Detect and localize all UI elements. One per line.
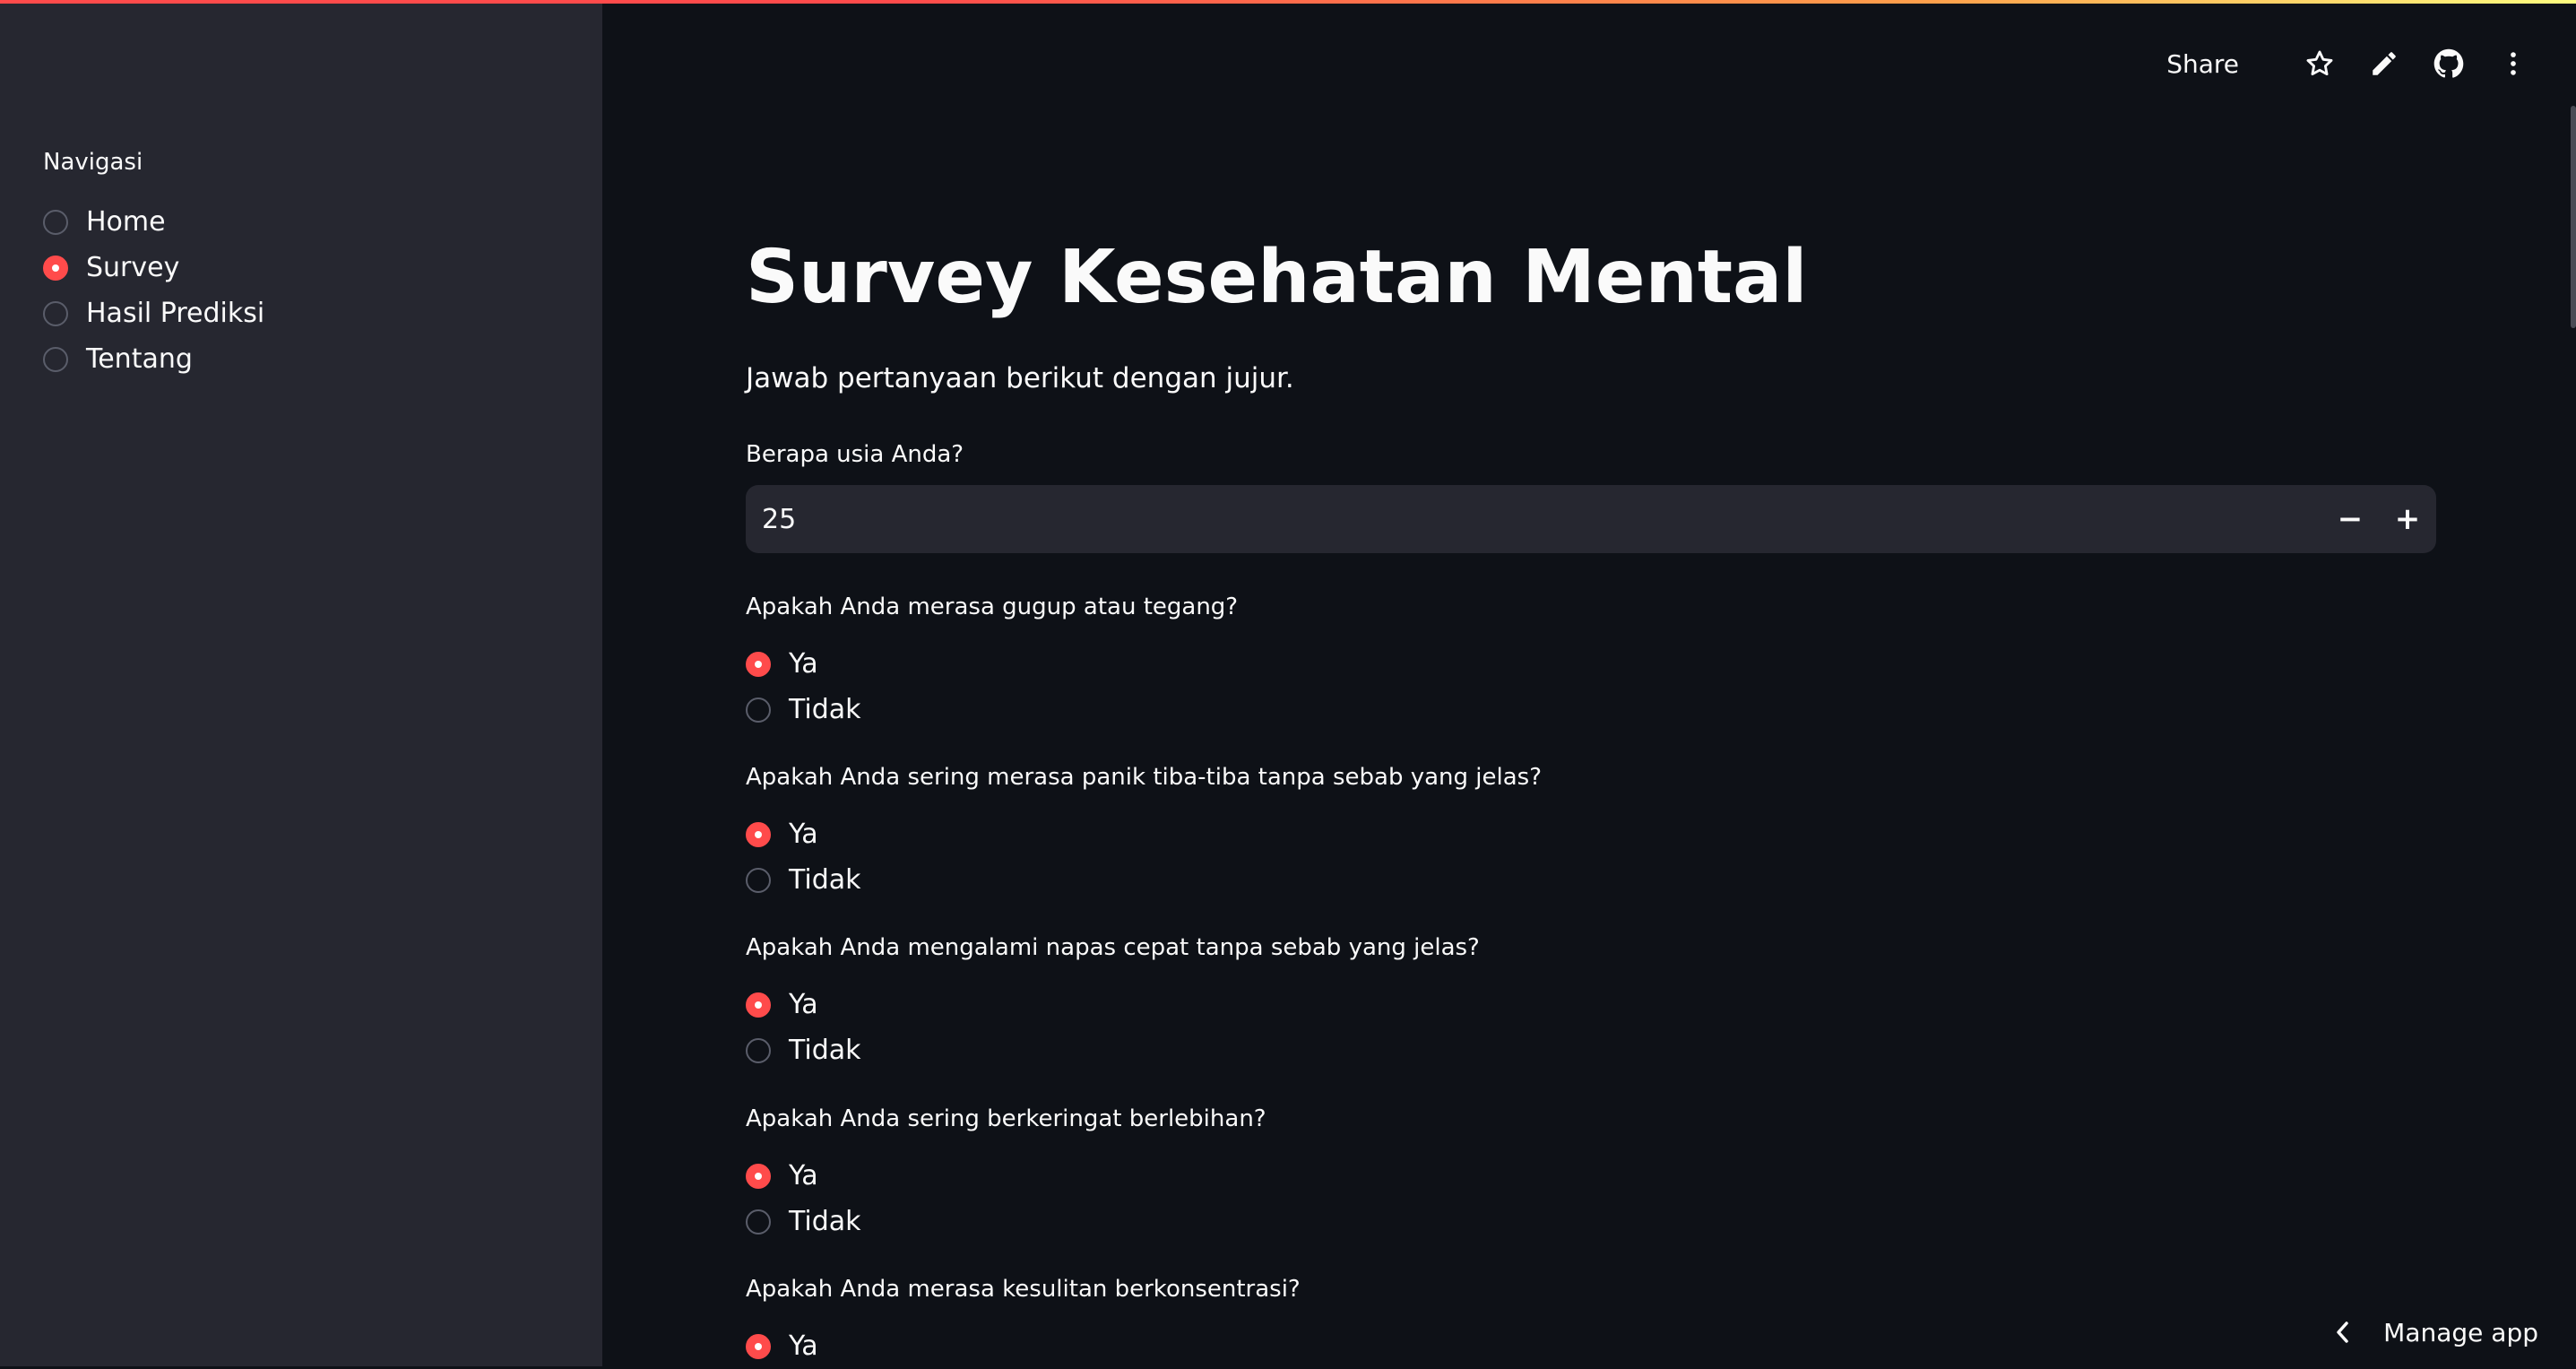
option-ya[interactable]: Ya [746, 982, 2436, 1027]
option-label: Ya [789, 989, 818, 1020]
radio-button[interactable] [746, 867, 771, 893]
radio-button[interactable] [746, 697, 771, 723]
sidebar-item-survey[interactable]: Survey [43, 245, 264, 290]
sidebar-item-label: Survey [86, 252, 180, 283]
question-nervous: Apakah Anda merasa gugup atau tegang? Ya… [746, 589, 2436, 732]
sidebar: Navigasi Home Survey Hasil Prediksi Tent… [0, 0, 602, 1366]
option-tidak[interactable]: Tidak [746, 857, 2436, 903]
option-label: Ya [789, 1160, 818, 1191]
question-radio-group: Ya Tidak [746, 982, 2436, 1073]
scrollbar[interactable] [2571, 106, 2576, 328]
radio-button-selected[interactable] [746, 1163, 771, 1189]
option-ya[interactable]: Ya [746, 641, 2436, 687]
option-label: Ya [789, 1330, 818, 1362]
option-label: Tidak [789, 1035, 861, 1066]
sidebar-nav-radio-group: Home Survey Hasil Prediksi Tentang [43, 199, 264, 382]
manage-app-button[interactable]: Manage app [2333, 1313, 2538, 1352]
sidebar-item-hasil-prediksi[interactable]: Hasil Prediksi [43, 290, 264, 336]
question-radio-group: Ya Tidak [746, 811, 2436, 903]
kebab-menu-icon[interactable] [2497, 48, 2529, 80]
sidebar-item-home[interactable]: Home [43, 199, 264, 245]
age-field[interactable] [746, 502, 2321, 536]
decrement-button[interactable]: − [2321, 485, 2379, 553]
option-label: Ya [789, 648, 818, 680]
sidebar-item-label: Hasil Prediksi [86, 298, 265, 329]
option-tidak[interactable]: Tidak [746, 1199, 2436, 1244]
question-rapid-breathing: Apakah Anda mengalami napas cepat tanpa … [746, 930, 2436, 1073]
radio-button-selected[interactable] [746, 821, 771, 847]
radio-button[interactable] [746, 1037, 771, 1063]
option-label: Ya [789, 819, 818, 850]
github-icon[interactable] [2433, 48, 2465, 80]
age-stepper: − + [2321, 485, 2436, 553]
radio-button[interactable] [43, 346, 68, 372]
radio-button[interactable] [43, 209, 68, 235]
question-radio-group: Ya Tidak [746, 1153, 2436, 1244]
chevron-left-icon [2333, 1319, 2353, 1346]
sidebar-item-tentang[interactable]: Tentang [43, 336, 264, 382]
option-ya[interactable]: Ya [746, 811, 2436, 857]
question-radio-group: Ya Tidak [746, 641, 2436, 732]
header-toolbar: Share [2166, 43, 2529, 84]
star-icon[interactable] [2304, 48, 2336, 80]
radio-button-selected[interactable] [746, 992, 771, 1018]
share-button[interactable]: Share [2166, 49, 2239, 79]
radio-button[interactable] [746, 1209, 771, 1235]
radio-button-selected[interactable] [43, 255, 68, 281]
question-label: Apakah Anda merasa kesulitan berkonsentr… [746, 1276, 1301, 1303]
option-ya[interactable]: Ya [746, 1153, 2436, 1199]
age-number-input: − + [746, 485, 2436, 553]
question-label: Apakah Anda sering merasa panik tiba-tib… [746, 764, 1543, 791]
radio-button-selected[interactable] [746, 651, 771, 677]
sidebar-item-label: Tentang [86, 343, 193, 375]
option-label: Tidak [789, 694, 861, 725]
page-subtitle: Jawab pertanyaan berikut dengan jujur. [746, 362, 1294, 394]
manage-app-label: Manage app [2383, 1317, 2538, 1347]
radio-button[interactable] [43, 300, 68, 326]
option-label: Tidak [789, 1206, 861, 1237]
question-label: Apakah Anda sering berkeringat berlebiha… [746, 1105, 1266, 1132]
radio-button-selected[interactable] [746, 1333, 771, 1359]
question-radio-group: Ya [746, 1323, 2436, 1369]
question-label: Apakah Anda mengalami napas cepat tanpa … [746, 934, 1480, 961]
increment-button[interactable]: + [2379, 485, 2436, 553]
question-sweating: Apakah Anda sering berkeringat berlebiha… [746, 1101, 2436, 1244]
option-label: Tidak [789, 864, 861, 896]
top-decoration-bar [0, 0, 2576, 4]
page-title: Survey Kesehatan Mental [746, 235, 1808, 320]
question-concentration: Apakah Anda merasa kesulitan berkonsentr… [746, 1271, 2436, 1369]
option-tidak[interactable]: Tidak [746, 687, 2436, 732]
option-ya[interactable]: Ya [746, 1323, 2436, 1369]
pencil-icon[interactable] [2368, 48, 2400, 80]
question-panic: Apakah Anda sering merasa panik tiba-tib… [746, 759, 2436, 903]
option-tidak[interactable]: Tidak [746, 1027, 2436, 1073]
sidebar-nav-label: Navigasi [43, 149, 143, 176]
age-label: Berapa usia Anda? [746, 441, 964, 468]
question-label: Apakah Anda merasa gugup atau tegang? [746, 594, 1239, 620]
sidebar-item-label: Home [86, 206, 166, 238]
